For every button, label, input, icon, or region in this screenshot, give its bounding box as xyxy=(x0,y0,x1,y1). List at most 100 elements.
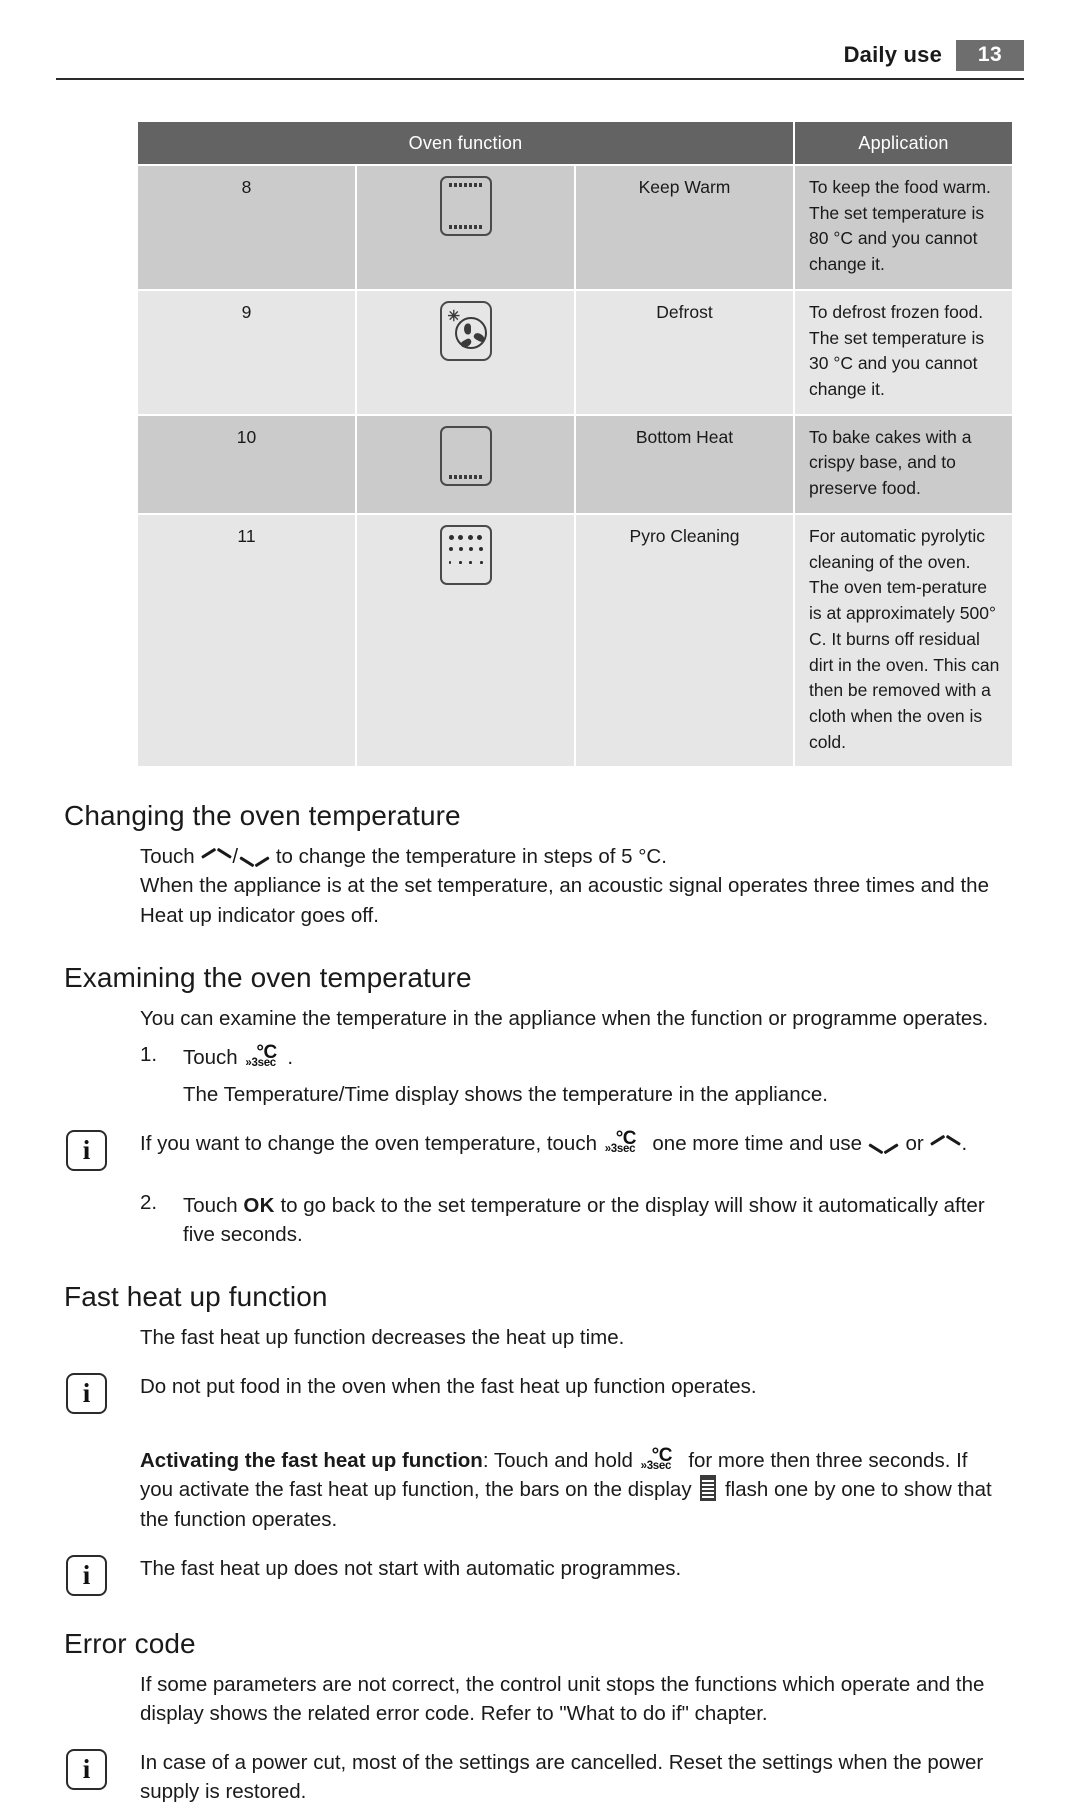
info-note: i If you want to change the oven tempera… xyxy=(66,1129,1002,1172)
pyro-dot xyxy=(448,560,452,564)
row-number: 11 xyxy=(136,512,357,769)
info-icon-wrap: i xyxy=(66,1129,140,1172)
pyro-dot-row xyxy=(448,560,483,564)
step-body: Touch °C »3sec . xyxy=(183,1043,1002,1072)
application-line: To keep the food warm. xyxy=(809,177,991,197)
info-note: i In case of a power cut, most of the se… xyxy=(66,1748,1002,1806)
fan-blade xyxy=(459,337,473,349)
table-row: 8 Keep Warm To keep the food warm. The s… xyxy=(136,164,1014,291)
list-item: 1. Touch °C »3sec . xyxy=(140,1043,1002,1072)
info-icon-wrap: i xyxy=(66,1748,140,1790)
examining-intro: You can examine the temperature in the a… xyxy=(140,1006,989,1030)
chevron-down-icon xyxy=(870,1138,898,1151)
note-middle: one more time and use xyxy=(652,1132,863,1156)
pyro-dot xyxy=(458,560,462,564)
page-content: Oven function Application 8 Keep Warm To… xyxy=(0,120,1080,1806)
row-function-name: Bottom Heat xyxy=(574,413,795,515)
activating-paragraph: Activating the fast heat up function: To… xyxy=(140,1446,1002,1533)
info-note-body: In case of a power cut, most of the sett… xyxy=(140,1750,984,1804)
row-icon-cell xyxy=(355,512,576,769)
row-icon-cell: ✳ xyxy=(355,288,576,416)
fast-heat-intro: The fast heat up function decreases the … xyxy=(140,1326,625,1350)
pyro-dot-grid xyxy=(448,534,483,575)
activating-bold-lead: Activating the fast heat up function xyxy=(140,1449,483,1473)
degree-celsius-3sec-icon: °C »3sec xyxy=(604,1129,645,1156)
application-line: To bake cakes with a crispy base, and to… xyxy=(809,426,972,499)
touch-label: Touch xyxy=(183,1045,238,1069)
section-error-code: Error code If some parameters are not co… xyxy=(0,1628,1080,1806)
row-application: To keep the food warm. The set temperatu… xyxy=(793,164,1014,291)
heating-element-top xyxy=(448,183,483,187)
pyro-dot-row xyxy=(448,534,483,540)
info-note: i Do not put food in the oven when the f… xyxy=(66,1372,1002,1415)
column-header-application: Application xyxy=(793,120,1014,166)
step1-result: The Temperature/Time display shows the t… xyxy=(183,1082,828,1106)
info-note: i The fast heat up does not start with a… xyxy=(66,1554,1002,1596)
info-icon: i xyxy=(66,1748,107,1790)
chapter-title: Daily use xyxy=(843,42,942,67)
oven-defrost-icon: ✳ xyxy=(439,300,492,361)
running-header: Daily use 13 xyxy=(56,38,1024,72)
table-header: Oven function Application xyxy=(136,120,1014,166)
application-line: To defrost frozen food. xyxy=(809,301,984,322)
note-before: If you want to change the oven temperatu… xyxy=(140,1132,597,1156)
ok-button-label: OK xyxy=(243,1194,275,1218)
row-icon-cell xyxy=(355,413,576,515)
step-number: 2. xyxy=(140,1191,158,1215)
note-end: . xyxy=(961,1132,968,1156)
info-note-body: The fast heat up does not start with aut… xyxy=(140,1556,682,1580)
header-divider xyxy=(56,78,1024,80)
list-item: 2. Touch OK to go back to the set temper… xyxy=(140,1191,1002,1249)
changing-touch-line: Touch / to change the temperature in ste… xyxy=(140,842,1002,871)
chevron-down-icon xyxy=(240,851,268,864)
fan-icon xyxy=(454,316,487,349)
section-heading: Error code xyxy=(64,1627,196,1659)
pyro-dot xyxy=(458,546,463,551)
heating-element-bottom xyxy=(448,225,483,229)
pyro-dot xyxy=(469,560,473,564)
info-note-body: If you want to change the oven temperatu… xyxy=(140,1129,1002,1158)
oven-function-table: Oven function Application 8 Keep Warm To… xyxy=(136,120,1014,769)
changing-paragraph: When the appliance is at the set tempera… xyxy=(140,874,989,927)
fan-blade xyxy=(463,323,471,335)
section-heading: Examining the oven temperature xyxy=(64,961,472,993)
pyro-dot xyxy=(467,534,473,540)
document-page: Daily use 13 Oven function Application 8 xyxy=(0,0,1080,1803)
degc-3sec-label: »3sec xyxy=(245,1056,276,1069)
step1-trailing: . xyxy=(287,1045,294,1069)
section-fast-heat-up-function: Fast heat up function The fast heat up f… xyxy=(0,1281,1080,1596)
heating-element-bottom xyxy=(448,474,483,479)
chevron-up-icon xyxy=(202,851,230,864)
info-note-body: Do not put food in the oven when the fas… xyxy=(140,1375,757,1399)
degree-celsius-3sec-icon: °C »3sec xyxy=(641,1446,681,1473)
section-heading: Fast heat up function xyxy=(64,1281,328,1313)
table-row: 11 Pyro Cleaning For automatic pyrolytic… xyxy=(136,512,1014,769)
degc-3sec-label: »3sec xyxy=(604,1143,636,1156)
table-row: 9 ✳ Defrost To defrost frozen food. The … xyxy=(136,288,1014,416)
row-function-name: Pyro Cleaning xyxy=(574,512,795,769)
fan-blade xyxy=(472,331,486,343)
pyro-dot xyxy=(458,534,464,540)
oven-pyro-cleaning-icon xyxy=(439,524,492,585)
touch-label: Touch xyxy=(140,845,195,869)
degree-celsius-3sec-icon: °C »3sec xyxy=(245,1043,285,1070)
row-function-name: Defrost xyxy=(574,288,795,416)
pyro-dot xyxy=(477,534,483,540)
info-letter: i xyxy=(82,1378,91,1409)
pyro-dot xyxy=(478,546,483,551)
step2-after: to go back to the set temperature or the… xyxy=(183,1194,985,1247)
pyro-dot xyxy=(479,560,483,564)
pyro-dot xyxy=(448,546,453,551)
note-or: or xyxy=(905,1132,924,1156)
